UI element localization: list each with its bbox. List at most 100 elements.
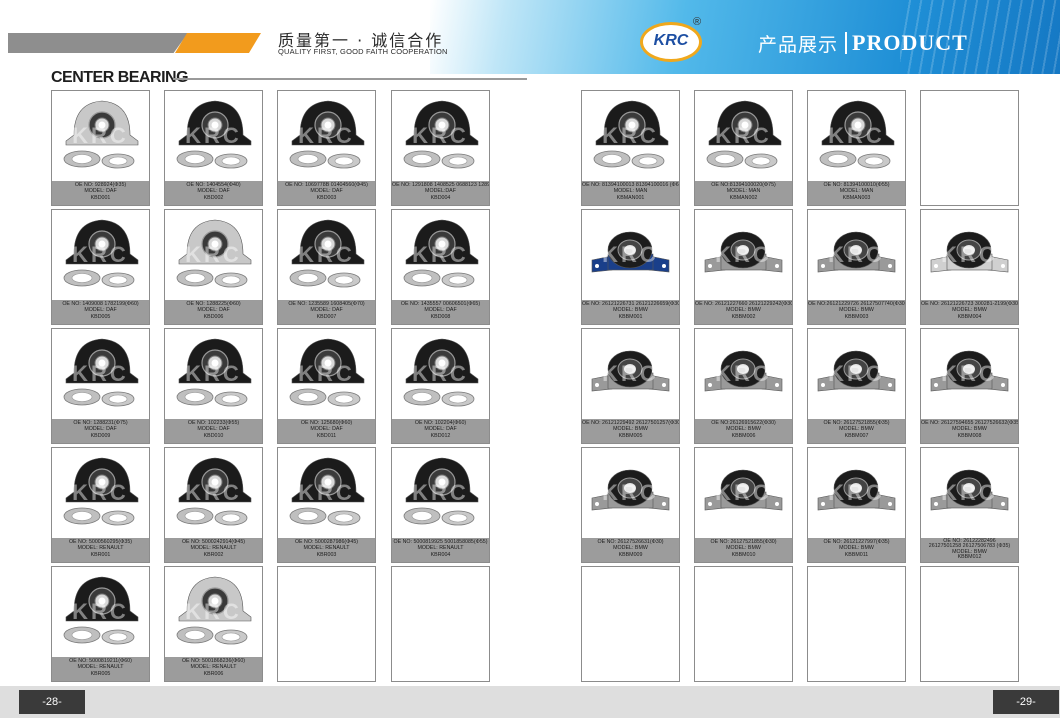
product-card: KRC OE NO: 26127521855(Φ30) MODEL: BMW KBBM… (694, 447, 793, 563)
product-card: KRC OE NO: 1069778B 01404560(Φ45) MODEL: D… (277, 90, 376, 206)
section-title: CENTER BEARING (51, 69, 189, 86)
watermark: KRC (72, 123, 129, 148)
product-code: KBR003 (316, 551, 337, 558)
product-info: OE NO: 26121226731 26121226659(Φ30) MODEL… (582, 300, 679, 324)
watermark: KRC (298, 242, 355, 267)
watermark: KRC (185, 599, 242, 624)
product-card: KRC OE NO: 5001868236(Φ60) MODEL: RENAULT K… (164, 566, 263, 682)
product-info: OE NO: 5000287986(Φ45) MODEL: RENAULT KBR0… (278, 538, 375, 562)
watermark: KRC (412, 480, 469, 505)
product-info: OE NO: 928924(Φ35) MODEL: DAF KBD001 (52, 181, 149, 205)
product-code: KBR004 (430, 551, 451, 558)
empty-product-card (920, 566, 1019, 682)
product-card: KRC OE NO: 5000560295(Φ35) MODEL: RENAULT K… (51, 447, 150, 563)
watermark: KRC (298, 480, 355, 505)
product-info: OE NO: 26121227997(Φ35) MODEL: BMW KBBM011 (808, 538, 905, 562)
empty-product-card (277, 566, 376, 682)
product-code: KBMAN001 (616, 194, 645, 201)
product-code: KBBM004 (957, 313, 982, 320)
watermark: KRC (72, 242, 129, 267)
watermark: KRC (828, 242, 885, 267)
product-info: OE NO: 1409008 1782199(Φ60) MODEL: DAF KBD… (52, 300, 149, 324)
product-card: KRC OE NO: 928924(Φ35) MODEL: DAF KBD001 (51, 90, 150, 206)
watermark: KRC (72, 361, 129, 386)
product-info: OE NO: 26121227660 26121229242(Φ30) MODEL… (695, 300, 792, 324)
watermark: KRC (828, 480, 885, 505)
product-code: KBBM010 (731, 551, 756, 558)
empty-product-card (391, 566, 490, 682)
product-info: OE NO: 1288231(Φ75) MODEL: DAF KBD009 (52, 419, 149, 443)
product-code: KBBM006 (731, 432, 756, 439)
slogan-english: QUALITY FIRST, GOOD FAITH COOPERATION (278, 47, 448, 56)
watermark: KRC (602, 242, 659, 267)
product-card: KRC OE NO: 1235589 1608405(Φ70) MODEL: DAF… (277, 209, 376, 325)
product-code: KBD005 (90, 313, 111, 320)
watermark: KRC (185, 361, 242, 386)
product-info: OE NO: 26122282496 26127501258 2612750678… (921, 538, 1018, 562)
product-code: KBD011 (316, 432, 337, 439)
product-info: OE NO: 5001868236(Φ60) MODEL: RENAULT KBR0… (165, 657, 262, 681)
product-card: KRC OE NO: 26127521855(Φ35) MODEL: BMW KBBM… (807, 328, 906, 444)
product-code: KBD012 (430, 432, 451, 439)
product-card: KRC OE NO: 5000819925 5001858085(Φ55) MODE… (391, 447, 490, 563)
watermark: KRC (715, 242, 772, 267)
watermark: KRC (72, 480, 129, 505)
watermark: KRC (298, 123, 355, 148)
product-card: KRC OE NO: 1291808 1408525 0688123 128915… (391, 90, 490, 206)
section-underline (173, 78, 527, 80)
product-code: KBD001 (90, 194, 111, 201)
watermark: KRC (828, 361, 885, 386)
product-info: OE NO:26121229726 26127507740(Φ30) MODEL:… (808, 300, 905, 324)
product-info: OE NO: 5000242914(Φ45) MODEL: RENAULT KBR0… (165, 538, 262, 562)
watermark: KRC (412, 123, 469, 148)
product-card: KRC OE NO:26121229726 26127507740(Φ30) MOD… (807, 209, 906, 325)
product-card: KRC OE NO:81394100020(Φ75) MODEL: MAN KBMAN… (694, 90, 793, 206)
watermark: KRC (602, 361, 659, 386)
page-number-left: -28- (19, 690, 85, 714)
product-info: OE NO: 1288225(Φ60) MODEL: DAF KBD006 (165, 300, 262, 324)
product-code: KBBM011 (844, 551, 869, 558)
watermark: KRC (602, 123, 659, 148)
empty-product-card (920, 90, 1019, 206)
product-info: OE NO: 5000819211(Φ60) MODEL: RENAULT KBR0… (52, 657, 149, 681)
product-info: OE NO: 1291808 1408525 0688123 1289157(Φ… (392, 181, 489, 205)
page-footer (0, 686, 1060, 718)
watermark: KRC (828, 123, 885, 148)
product-card: KRC OE NO: 1288231(Φ75) MODEL: DAF KBD009 (51, 328, 150, 444)
watermark: KRC (185, 480, 242, 505)
product-info: OE NO: 1235589 1608405(Φ70) MODEL: DAF KBD… (278, 300, 375, 324)
product-card: KRC OE NO: 81394100010(Φ55) MODEL: MAN KBMA… (807, 90, 906, 206)
product-code: KBBM008 (957, 432, 982, 439)
product-card: KRC OE NO: 26122282496 26127501258 2612750… (920, 447, 1019, 563)
product-card: KRC OE NO: 5000287986(Φ45) MODEL: RENAULT K… (277, 447, 376, 563)
product-info: OE NO: 1435557 00606501(Φ65) MODEL: DAF KB… (392, 300, 489, 324)
watermark: KRC (941, 480, 998, 505)
product-code: KBD007 (316, 313, 337, 320)
product-info: OE NO: 102233(Φ55) MODEL: DAF KBD010 (165, 419, 262, 443)
product-card: KRC OE NO: 5000819211(Φ60) MODEL: RENAULT K… (51, 566, 150, 682)
product-info: OE NO: 125680(Φ60) MODEL: DAF KBD011 (278, 419, 375, 443)
product-card: KRC OE NO: 26121226731 26121226659(Φ30) MO… (581, 209, 680, 325)
product-code: KBD008 (430, 313, 451, 320)
product-code: KBMAN003 (842, 194, 871, 201)
watermark: KRC (298, 361, 355, 386)
product-info: OE NO: 102204(Φ60) MODEL: DAF KBD012 (392, 419, 489, 443)
empty-product-card (581, 566, 680, 682)
product-code: KBD006 (203, 313, 224, 320)
watermark: KRC (412, 361, 469, 386)
product-code: KBBM009 (618, 551, 643, 558)
product-info: OE NO: 26127594655 26127526632(Φ35) MODEL… (921, 419, 1018, 443)
title-separator (845, 32, 847, 54)
product-code: KBR006 (203, 670, 224, 677)
product-code: KBD009 (90, 432, 111, 439)
product-card: KRC OE NO: 81394100013 81394100016 (Φ65) M… (581, 90, 680, 206)
product-info: OE NO: 26121229492 26127501257(Φ30) MODEL… (582, 419, 679, 443)
product-code: KBBM003 (844, 313, 869, 320)
logo-text: KRC (653, 32, 689, 49)
product-code: KBD002 (203, 194, 224, 201)
product-card: KRC OE NO: 26127526631(Φ30) MODEL: BMW KBBM… (581, 447, 680, 563)
product-info: OE NO: 1404554(Φ40) MODEL: DAF KBD002 (165, 181, 262, 205)
product-code: KBR001 (90, 551, 111, 558)
product-code: KBBM005 (618, 432, 643, 439)
product-info: OE NO: 26127526631(Φ30) MODEL: BMW KBBM009 (582, 538, 679, 562)
